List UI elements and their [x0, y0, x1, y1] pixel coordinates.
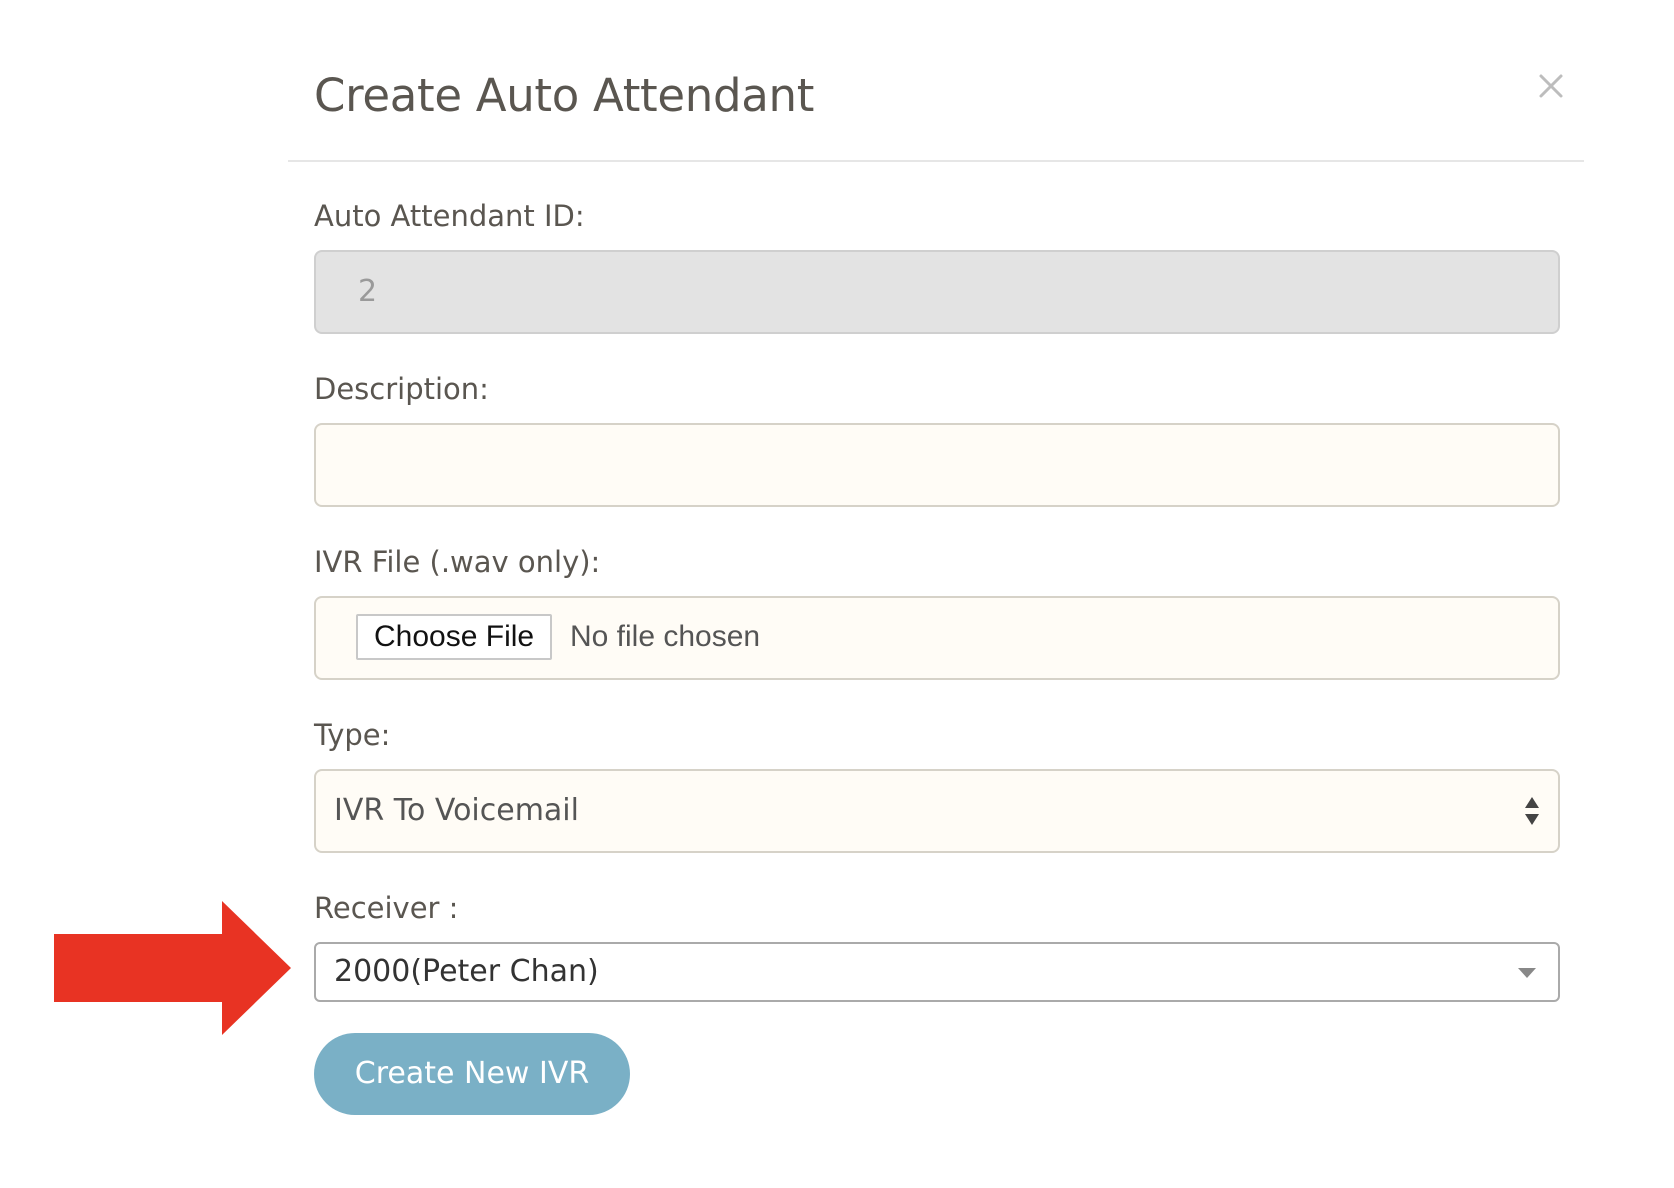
id-field: 2 [314, 250, 1560, 334]
id-value: 2 [358, 274, 378, 309]
page: Create Auto Attendant Auto Attendant ID:… [0, 0, 1674, 1188]
ivr-file-label: IVR File (.wav only): [314, 545, 601, 579]
caret-down-icon [1518, 968, 1536, 978]
create-new-ivr-button[interactable]: Create New IVR [314, 1033, 630, 1115]
description-field-box [314, 423, 1560, 507]
close-button[interactable] [1531, 66, 1571, 106]
receiver-select[interactable]: 2000(Peter Chan) [314, 942, 1560, 1002]
ivr-file-field: Choose File No file chosen [314, 596, 1560, 680]
description-input[interactable] [316, 425, 1558, 505]
close-icon [1539, 74, 1563, 98]
create-auto-attendant-modal: Create Auto Attendant Auto Attendant ID:… [288, 0, 1584, 1188]
type-select[interactable]: IVR To Voicemail [314, 769, 1560, 853]
receiver-selected-value: 2000(Peter Chan) [334, 954, 599, 989]
type-label: Type: [314, 718, 391, 752]
description-label: Description: [314, 372, 489, 406]
receiver-label: Receiver : [314, 891, 459, 925]
updown-arrows-icon [1525, 797, 1539, 825]
red-arrow-icon [54, 901, 291, 1035]
type-selected-value: IVR To Voicemail [334, 793, 579, 828]
id-label: Auto Attendant ID: [314, 199, 585, 233]
modal-title: Create Auto Attendant [314, 69, 815, 122]
file-status-text: No file chosen [570, 620, 761, 653]
choose-file-button[interactable]: Choose File [356, 614, 553, 660]
header-divider [288, 160, 1584, 162]
